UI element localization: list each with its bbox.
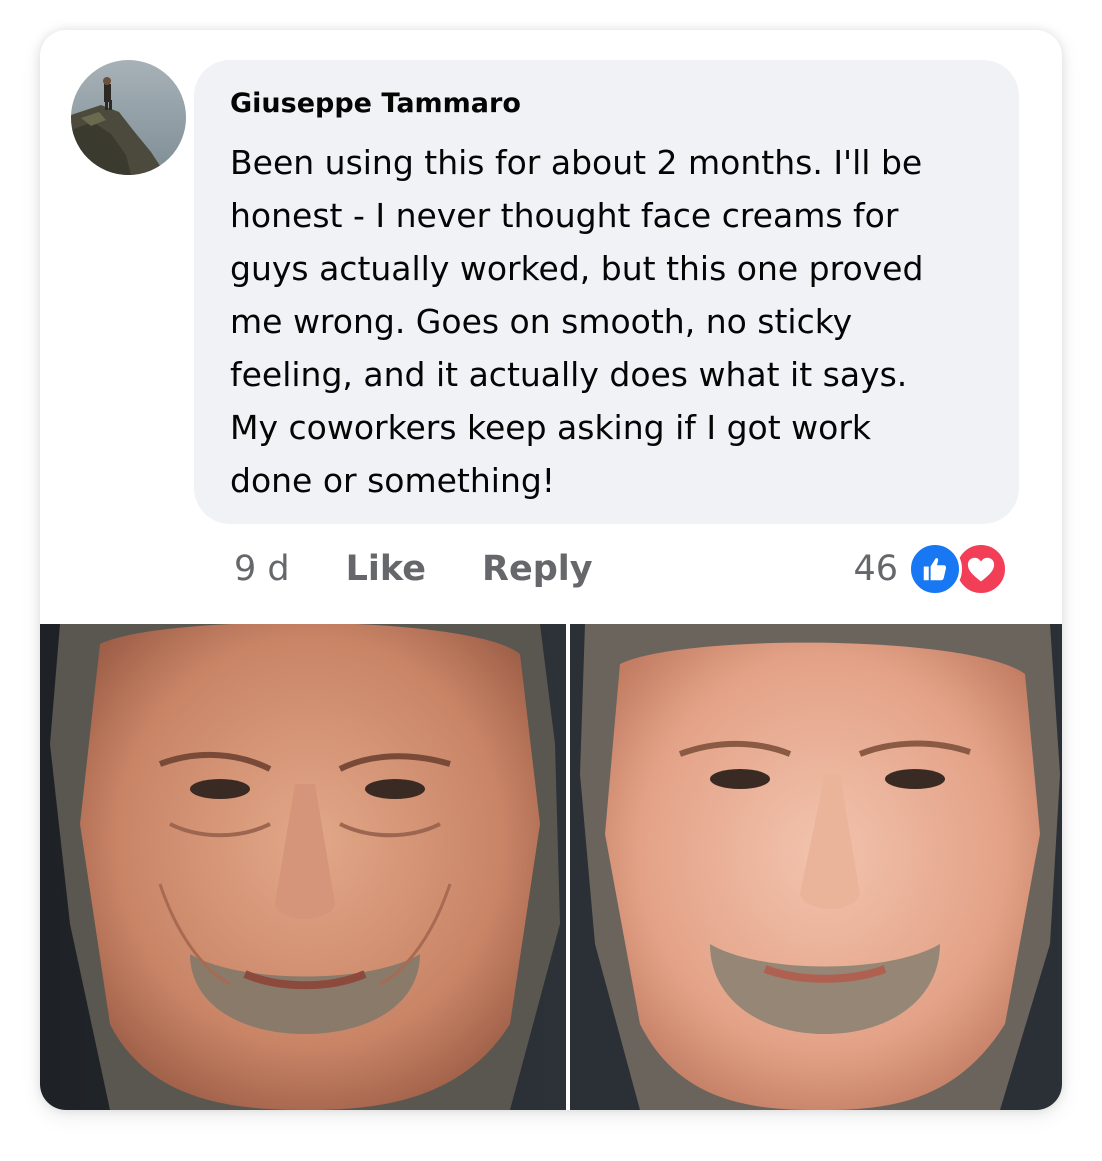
comment-text: Been using this for about 2 months. I'll…	[230, 136, 1000, 507]
reaction-count: 46	[853, 549, 898, 589]
comment-author-name[interactable]: Giuseppe Tammaro	[230, 88, 521, 119]
comment-text-line: me wrong. Goes on smooth, no sticky	[230, 302, 853, 341]
comment-text-line: honest - I never thought face creams for	[230, 196, 899, 235]
reaction-icons	[908, 540, 1020, 598]
love-icon	[954, 542, 1008, 596]
comment-text-line: My coworkers keep asking if I got work	[230, 408, 872, 447]
comment-text-line: guys actually worked, but this one prove…	[230, 249, 924, 288]
attached-photo[interactable]	[40, 624, 1062, 1110]
comment-text-line: feeling, and it actually does what it sa…	[230, 355, 908, 394]
comment-text-line: done or something!	[230, 461, 556, 500]
comment-actions: 9 d Like Reply	[234, 544, 593, 594]
comment-timestamp[interactable]: 9 d	[234, 549, 290, 589]
comment-card: Giuseppe Tammaro Been using this for abo…	[40, 30, 1062, 1110]
comment-bubble: Giuseppe Tammaro Been using this for abo…	[194, 60, 1019, 524]
comment-text-line: Been using this for about 2 months. I'll…	[230, 143, 923, 182]
like-button[interactable]: Like	[346, 549, 426, 589]
like-icon	[908, 542, 962, 596]
avatar[interactable]	[71, 60, 186, 175]
reply-button[interactable]: Reply	[482, 549, 593, 589]
reaction-summary[interactable]: 46	[853, 540, 1020, 598]
